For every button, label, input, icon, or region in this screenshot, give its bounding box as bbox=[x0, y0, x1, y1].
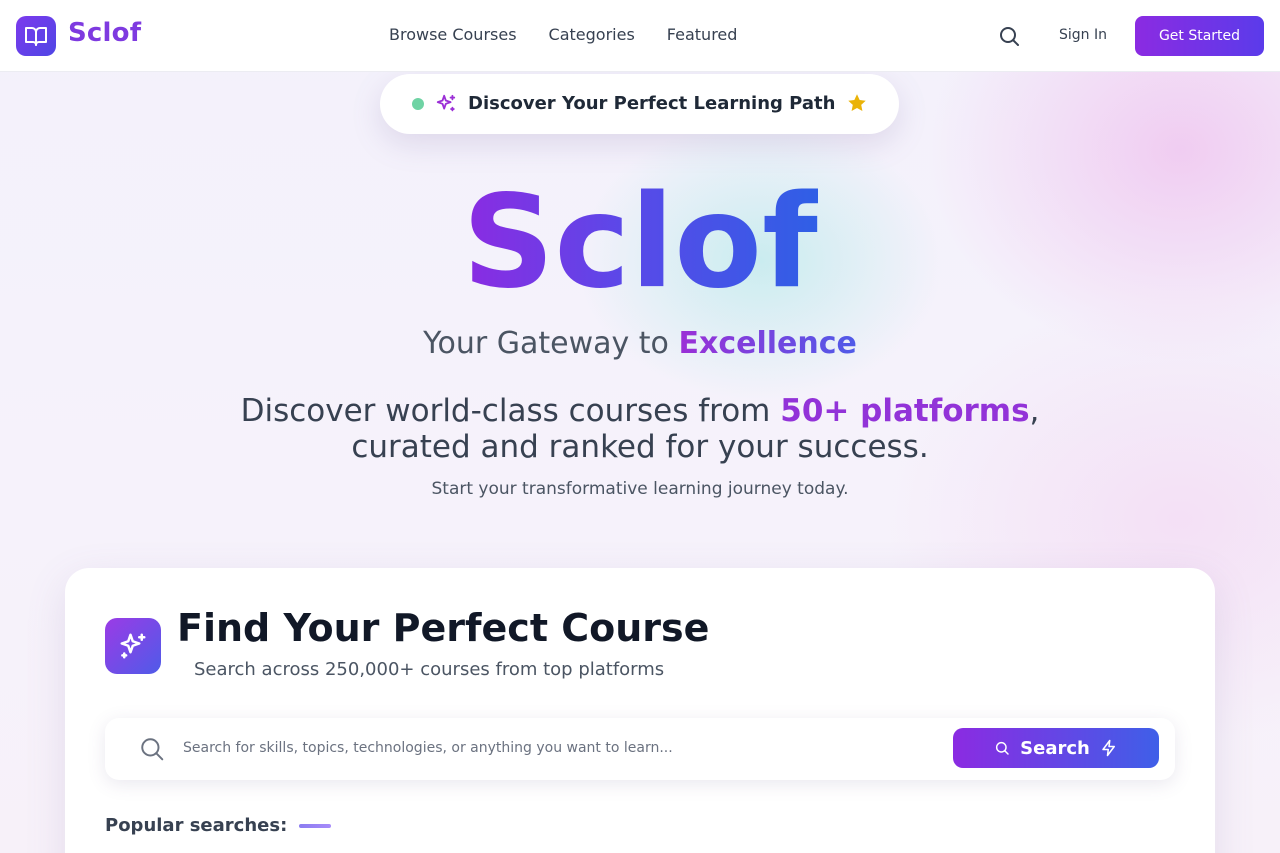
finder-title: Find Your Perfect Course bbox=[177, 606, 710, 650]
popular-searches-divider bbox=[299, 824, 331, 828]
sparkle-icon bbox=[436, 94, 456, 112]
search-icon bbox=[996, 741, 1009, 755]
star-icon bbox=[848, 94, 866, 111]
badge-text: Discover Your Perfect Learning Path bbox=[468, 93, 836, 114]
search-icon bbox=[141, 738, 164, 761]
search-icon bbox=[1000, 27, 1019, 46]
subtitle-accent: Excellence bbox=[678, 326, 857, 361]
learning-path-badge: Discover Your Perfect Learning Path bbox=[380, 74, 899, 134]
lightning-icon bbox=[1102, 739, 1115, 757]
main-nav: Browse Courses Categories Featured bbox=[389, 24, 737, 46]
book-icon bbox=[25, 27, 47, 46]
course-finder-card: Find Your Perfect Course Search across 2… bbox=[65, 568, 1215, 853]
hero-description: Discover world-class courses from 50+ pl… bbox=[0, 393, 1280, 465]
header-search-button[interactable] bbox=[997, 24, 1021, 48]
desc-comma: , bbox=[1029, 393, 1040, 429]
search-button-label: Search bbox=[1020, 737, 1090, 759]
status-dot bbox=[412, 98, 424, 110]
hero-subtitle: Your Gateway to Excellence bbox=[0, 324, 1280, 364]
hero-tagline: Start your transformative learning journ… bbox=[431, 479, 849, 499]
sign-in-link[interactable]: Sign In bbox=[1059, 27, 1107, 43]
brand-name[interactable]: Sclof bbox=[68, 18, 141, 48]
nav-categories[interactable]: Categories bbox=[549, 24, 635, 46]
nav-featured[interactable]: Featured bbox=[667, 24, 738, 46]
course-search-input[interactable] bbox=[183, 732, 943, 764]
get-started-button[interactable]: Get Started bbox=[1135, 16, 1264, 56]
course-search-bar: Search bbox=[105, 718, 1175, 780]
desc-prefix: Discover world-class courses from bbox=[240, 393, 771, 429]
logo-mark[interactable] bbox=[16, 16, 56, 56]
popular-searches-label: Popular searches: bbox=[105, 815, 288, 836]
finder-subtitle: Search across 250,000+ courses from top … bbox=[194, 659, 665, 680]
desc-accent: 50+ platforms bbox=[780, 393, 1030, 429]
sparkle-icon bbox=[120, 633, 146, 659]
subtitle-prefix: Your Gateway to bbox=[423, 326, 669, 361]
finder-icon-badge bbox=[105, 618, 161, 674]
nav-browse-courses[interactable]: Browse Courses bbox=[389, 24, 517, 46]
search-button[interactable]: Search bbox=[953, 728, 1159, 768]
desc-line2: curated and ranked for your success. bbox=[351, 429, 929, 465]
hero-title: Sclof bbox=[462, 168, 818, 317]
top-navbar: Sclof Browse Courses Categories Featured… bbox=[0, 0, 1280, 72]
